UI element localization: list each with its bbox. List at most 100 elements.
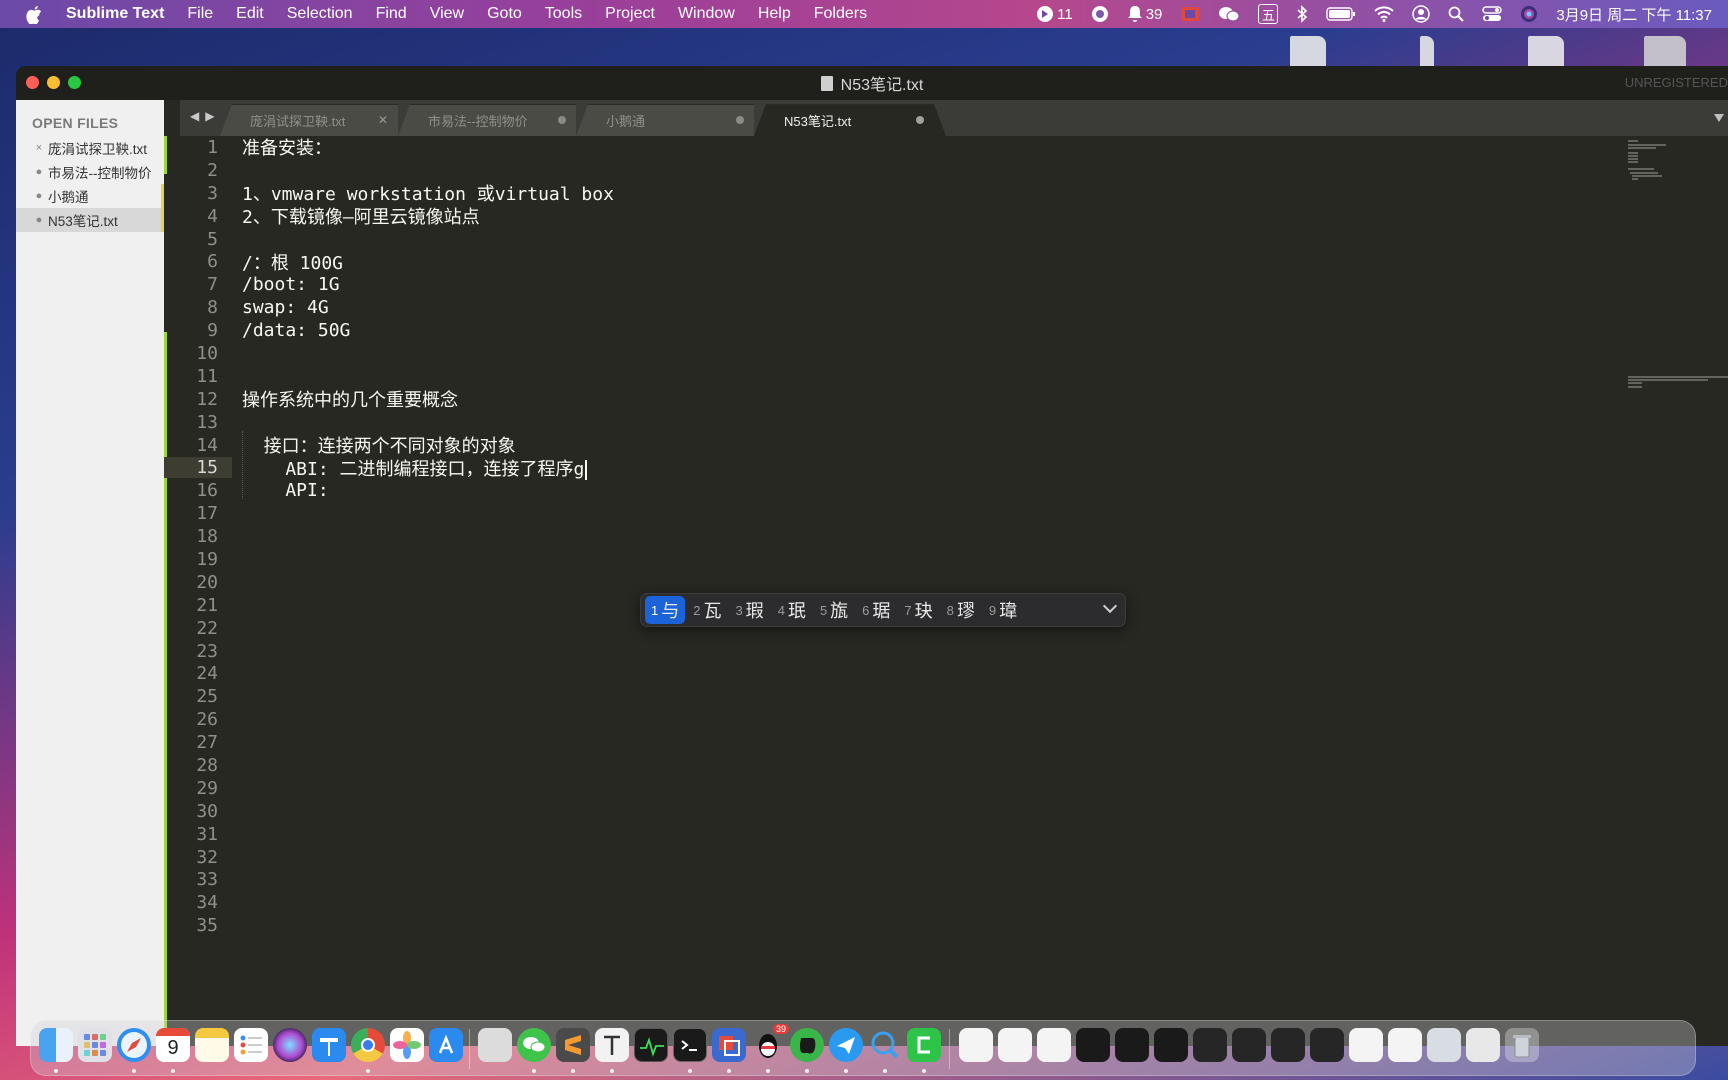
calendar-icon[interactable]: 9 xyxy=(156,1028,190,1062)
menu-folders[interactable]: Folders xyxy=(814,5,867,23)
app-store-icon[interactable] xyxy=(429,1028,463,1062)
tab-file[interactable]: 庞涓试探卫鞅.txt ✕ xyxy=(220,104,410,136)
line-text[interactable]: /data: 50G xyxy=(232,320,350,341)
window-thumbnail-icon[interactable] xyxy=(1193,1028,1227,1062)
app-menu[interactable]: Sublime Text xyxy=(66,5,164,23)
window-thumbnail-icon[interactable] xyxy=(1271,1028,1305,1062)
code-line[interactable]: 2 xyxy=(164,159,1564,182)
tab-file-active[interactable]: N53笔记.txt xyxy=(754,104,946,136)
apple-menu-icon[interactable] xyxy=(26,5,46,24)
spotlight-search-icon[interactable] xyxy=(1448,6,1465,22)
tab-next-icon[interactable]: ▶ xyxy=(205,109,214,123)
window-thumbnail-icon[interactable] xyxy=(1427,1028,1461,1062)
code-line[interactable]: 16 API: xyxy=(164,479,1564,502)
ime-candidate[interactable]: 2瓦 xyxy=(687,596,727,624)
code-line[interactable]: 14 接口：连接两个不同对象的对象 xyxy=(164,434,1564,458)
code-line[interactable]: 19 xyxy=(164,548,1564,571)
window-thumbnail-icon[interactable] xyxy=(998,1028,1032,1062)
preview-icon[interactable] xyxy=(478,1028,512,1062)
user-account-icon[interactable] xyxy=(1412,5,1431,23)
screen-capture-icon[interactable] xyxy=(1180,5,1200,23)
code-line[interactable]: 30 xyxy=(164,800,1564,823)
wechat-icon[interactable] xyxy=(517,1028,551,1062)
qq-icon[interactable]: 39 xyxy=(751,1024,789,1062)
menu-view[interactable]: View xyxy=(430,5,464,23)
ime-candidate-selected[interactable]: 1与 xyxy=(645,596,686,624)
line-text[interactable]: API: xyxy=(232,480,328,501)
tab-prev-icon[interactable]: ◀ xyxy=(190,109,199,123)
line-text[interactable]: 操作系统中的几个重要概念 xyxy=(232,386,458,412)
siri-icon[interactable] xyxy=(1520,5,1538,23)
sidebar-item-file[interactable]: × 庞涓试探卫鞅.txt xyxy=(16,136,164,160)
zoom-window-button[interactable] xyxy=(68,76,81,89)
code-line[interactable]: 9/data: 50G xyxy=(164,319,1564,342)
code-line[interactable]: 8 swap: 4G xyxy=(164,296,1564,319)
code-line[interactable]: 29 xyxy=(164,777,1564,800)
code-line[interactable]: 11 xyxy=(164,365,1564,388)
sidebar-item-file-active[interactable]: ● N53笔记.txt xyxy=(16,208,164,232)
sidebar-item-file[interactable]: ● 小鹅通 xyxy=(16,184,164,208)
code-line[interactable]: 3 1、vmware workstation 或virtual box xyxy=(164,182,1564,206)
line-text[interactable]: /boot: 1G xyxy=(232,274,340,295)
code-line[interactable]: 12 操作系统中的几个重要概念 xyxy=(164,386,1564,412)
code-line[interactable]: 25 xyxy=(164,685,1564,708)
code-line[interactable]: 26 xyxy=(164,708,1564,731)
close-icon[interactable]: × xyxy=(34,142,44,154)
code-line[interactable]: 17 xyxy=(164,502,1564,525)
window-thumbnail-icon[interactable] xyxy=(1076,1028,1110,1062)
menu-edit[interactable]: Edit xyxy=(236,5,264,23)
battery-icon[interactable] xyxy=(1326,6,1356,22)
code-line[interactable]: 28 xyxy=(164,754,1564,777)
line-text[interactable]: /：根 100G xyxy=(232,249,343,275)
launchpad-icon[interactable] xyxy=(78,1028,112,1062)
code-line[interactable]: 23 xyxy=(164,640,1564,663)
ime-candidate[interactable]: 8璆 xyxy=(941,596,981,624)
menu-selection[interactable]: Selection xyxy=(287,5,353,23)
desktop-disk-icon[interactable] xyxy=(1644,36,1686,66)
menu-goto[interactable]: Goto xyxy=(487,5,522,23)
window-thumbnail-icon[interactable] xyxy=(1154,1028,1188,1062)
desktop-file-icon[interactable] xyxy=(1290,36,1326,66)
trash-icon[interactable] xyxy=(1505,1028,1539,1062)
finder-icon[interactable] xyxy=(39,1028,73,1062)
unsaved-dot-icon[interactable] xyxy=(916,116,924,124)
code-line[interactable]: 24 xyxy=(164,662,1564,685)
window-thumbnail-icon[interactable] xyxy=(1388,1028,1422,1062)
sidebar-item-file[interactable]: ● 市易法--控制物价 xyxy=(16,160,164,184)
window-thumbnail-icon[interactable] xyxy=(1310,1028,1344,1062)
code-line[interactable]: 27 xyxy=(164,731,1564,754)
evernote-status-icon[interactable] xyxy=(1091,5,1109,23)
code-line[interactable]: 20 xyxy=(164,571,1564,594)
status-item-badge[interactable]: 11 xyxy=(1036,5,1073,23)
siri-app-icon[interactable] xyxy=(273,1028,307,1062)
code-lines[interactable]: 1 准备安装： 2 3 1、vmware workstation 或virtual bo… xyxy=(164,136,1564,937)
ime-candidate[interactable]: 3瑕 xyxy=(729,596,769,624)
sublime-text-icon[interactable] xyxy=(556,1028,590,1062)
menu-project[interactable]: Project xyxy=(605,5,655,23)
window-thumbnail-icon[interactable] xyxy=(1037,1028,1071,1062)
tab-list-dropdown-icon[interactable] xyxy=(1714,114,1724,122)
wechat-status-icon[interactable] xyxy=(1218,5,1240,23)
desktop-file-icon[interactable] xyxy=(1528,36,1564,66)
code-line[interactable]: 13 xyxy=(164,411,1564,434)
ime-candidate[interactable]: 9瑋 xyxy=(983,596,1023,624)
close-window-button[interactable] xyxy=(26,76,39,89)
wifi-icon[interactable] xyxy=(1374,6,1395,22)
window-thumbnail-icon[interactable] xyxy=(1349,1028,1383,1062)
parallels-icon[interactable] xyxy=(712,1028,746,1062)
unsaved-dot-icon[interactable] xyxy=(736,116,744,124)
feishu-icon[interactable] xyxy=(829,1028,863,1062)
code-line[interactable]: 7/boot: 1G xyxy=(164,273,1564,296)
chevron-down-icon[interactable] xyxy=(1102,598,1118,614)
keynote-icon[interactable] xyxy=(312,1028,346,1062)
code-line[interactable]: 18 xyxy=(164,525,1564,548)
code-line[interactable]: 5 xyxy=(164,228,1564,251)
evernote-icon[interactable] xyxy=(790,1028,824,1062)
input-method-icon[interactable]: 五 xyxy=(1258,4,1279,24)
line-text[interactable]: ABI: 二进制编程接口，连接了程序g xyxy=(232,455,588,481)
tab-file[interactable]: 市易法--控制物价 xyxy=(398,104,588,136)
menu-help[interactable]: Help xyxy=(758,5,791,23)
activity-monitor-icon[interactable] xyxy=(634,1028,668,1062)
search-app-icon[interactable] xyxy=(868,1028,902,1062)
code-line[interactable]: 6 /：根 100G xyxy=(164,249,1564,275)
